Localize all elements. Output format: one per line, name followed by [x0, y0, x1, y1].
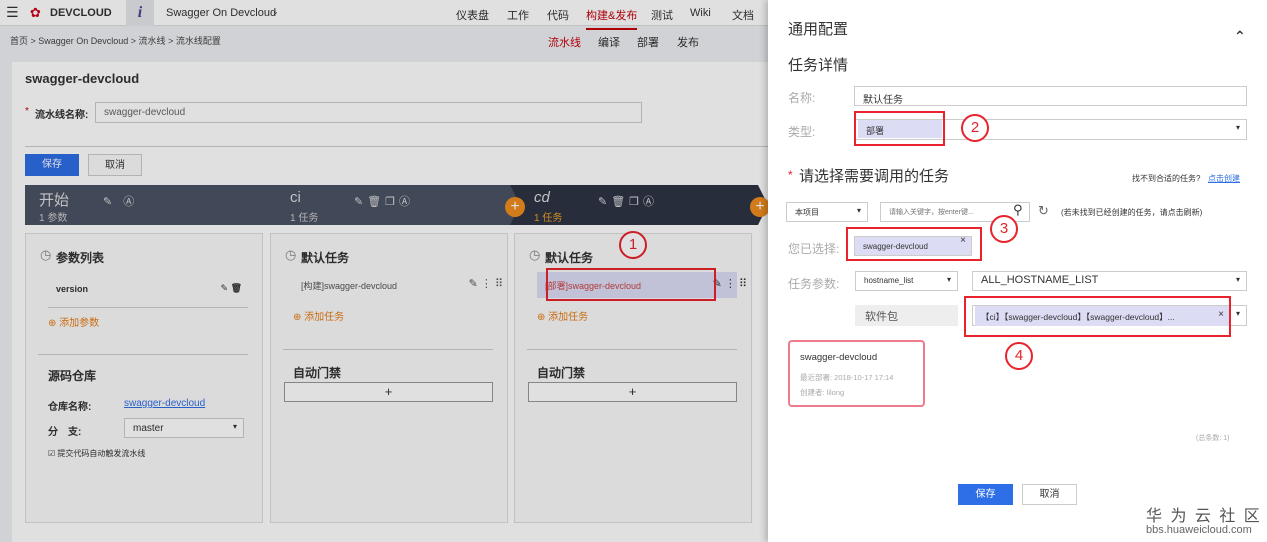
not-found-text: 找不到合适的任务? [1132, 174, 1201, 183]
task-result-card[interactable]: swagger-devcloud 最近部署: 2018-10-17 17:14 … [788, 340, 925, 407]
param-key: hostname_list [864, 276, 914, 285]
refresh-hint: (若未找到已经创建的任务，请点击刷新) [1061, 208, 1203, 217]
section-title: 任务详情 [788, 57, 849, 74]
caret-icon: ▾ [1235, 123, 1240, 132]
watermark-title: 华 为 云 社 区 [1146, 508, 1262, 525]
panel-cancel-button[interactable]: 取消 [1022, 484, 1077, 505]
name-label: 名称: [788, 91, 816, 105]
caret-icon: ▾ [856, 206, 861, 215]
required-mark: * [788, 168, 793, 182]
annotation-3: 3 [990, 215, 1018, 243]
panel-save-button[interactable]: 保存 [958, 484, 1013, 505]
annotation-2: 2 [961, 114, 989, 142]
selected-label: 您已选择: [788, 242, 840, 256]
scope-select[interactable]: 本项目 ▾ [786, 202, 868, 222]
param-value-select[interactable]: ALL_HOSTNAME_LIST ▾ [972, 271, 1247, 291]
result-creator: 创建者: lilong [800, 388, 845, 397]
search-icon[interactable]: ⚲ [1013, 202, 1023, 218]
result-last-deploy: 最近部署: 2018-10-17 17:14 [800, 373, 894, 382]
annotation-box-4 [964, 296, 1231, 337]
refresh-icon[interactable]: ↻ [1038, 203, 1049, 219]
create-task-link[interactable]: 点击创建 [1208, 173, 1240, 184]
pipeline-page: ☰ ✿ DEVCLOUD i Swagger On Devcloud ⌄ 仪表盘… [0, 0, 772, 542]
task-name-input[interactable]: 默认任务 [854, 86, 1247, 106]
panel-header: 通用配置 [788, 21, 849, 38]
scope-value: 本项目 [795, 208, 819, 217]
annotation-box-2 [854, 111, 945, 146]
params-label: 任务参数: [788, 277, 840, 291]
caret-icon: ▾ [1235, 309, 1240, 318]
overlay[interactable] [0, 0, 768, 542]
watermark-url: bbs.huaweicloud.com [1146, 524, 1252, 536]
total-count: (总条数: 1) [1196, 435, 1230, 442]
param-value: ALL_HOSTNAME_LIST [981, 274, 1099, 286]
result-name: swagger-devcloud [800, 352, 878, 363]
param-key-select[interactable]: hostname_list ▾ [855, 271, 958, 291]
choose-task-title: 请选择需要调用的任务 [799, 168, 950, 185]
task-config-panel: 通用配置 ⌃ 任务详情 名称: 默认任务 类型: ▾ 部署 2 * 请选择需要调… [768, 0, 1267, 542]
caret-icon: ▾ [946, 275, 951, 284]
chevron-up-icon[interactable]: ⌃ [1234, 28, 1246, 45]
annotation-box-3 [846, 227, 982, 261]
annotation-4: 4 [1005, 342, 1033, 370]
package-label: 软件包 [855, 305, 958, 326]
caret-icon: ▾ [1235, 275, 1240, 284]
type-label: 类型: [788, 125, 816, 139]
